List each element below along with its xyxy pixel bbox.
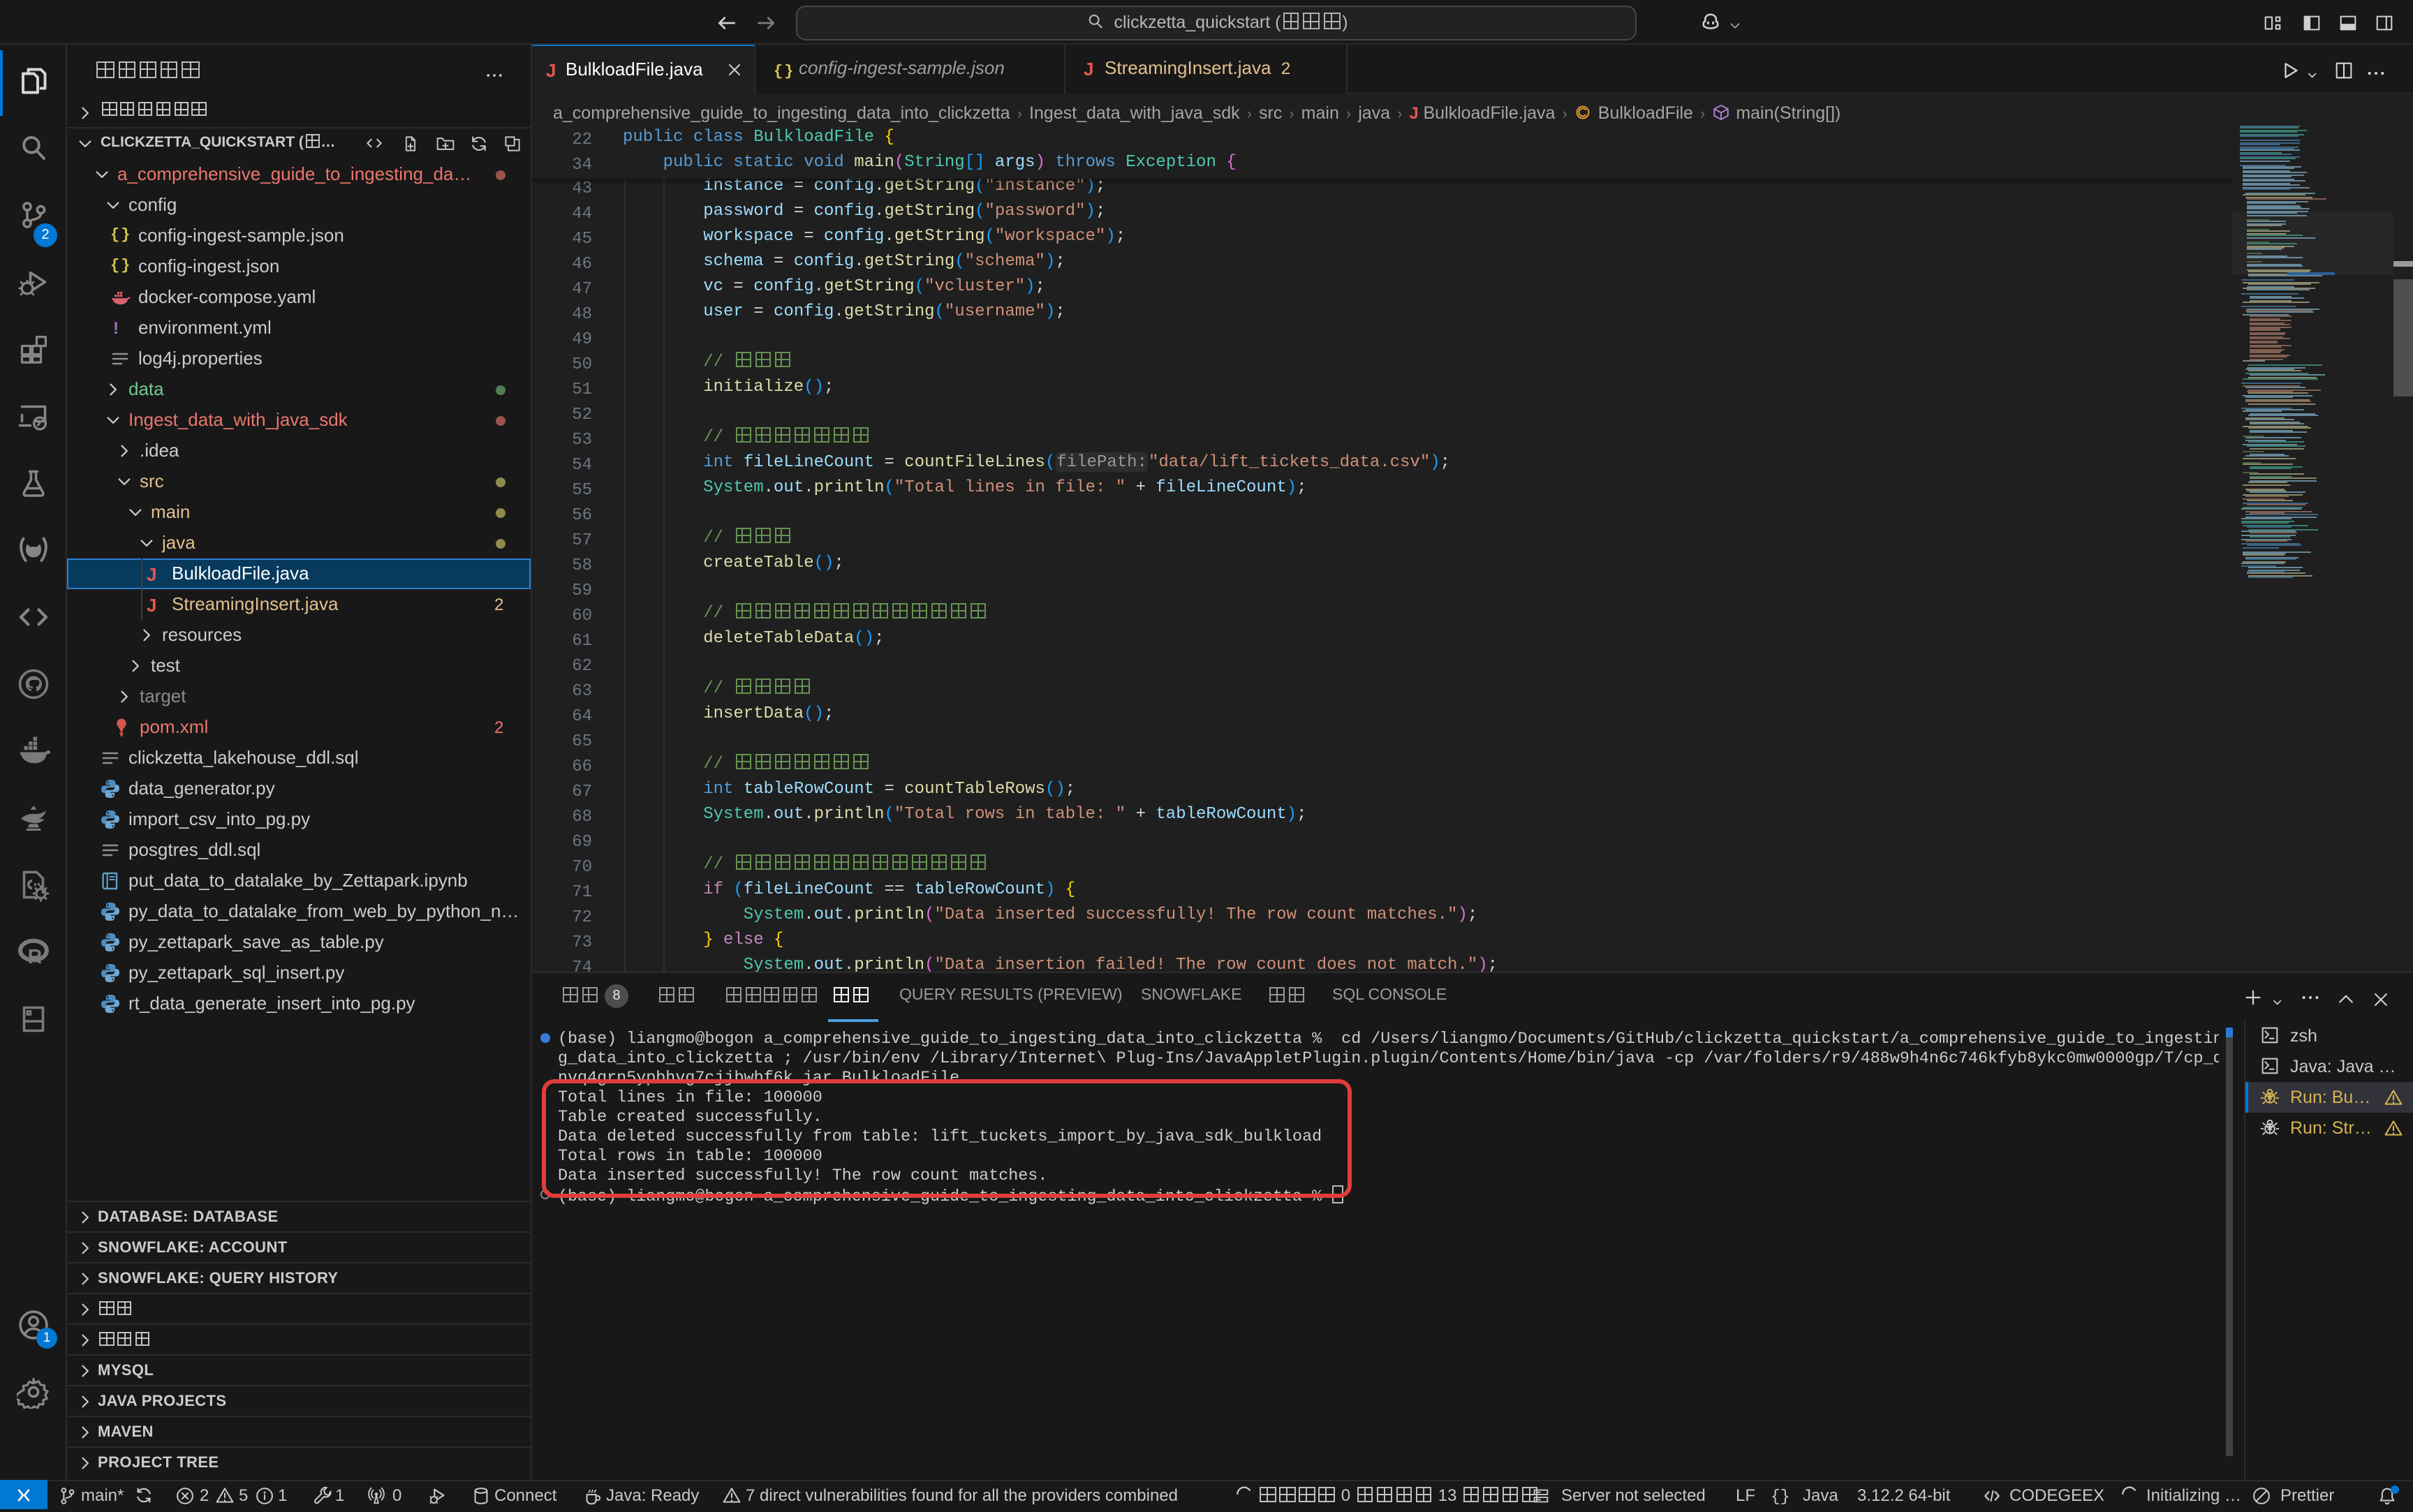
svg-text:R: R <box>28 946 43 968</box>
